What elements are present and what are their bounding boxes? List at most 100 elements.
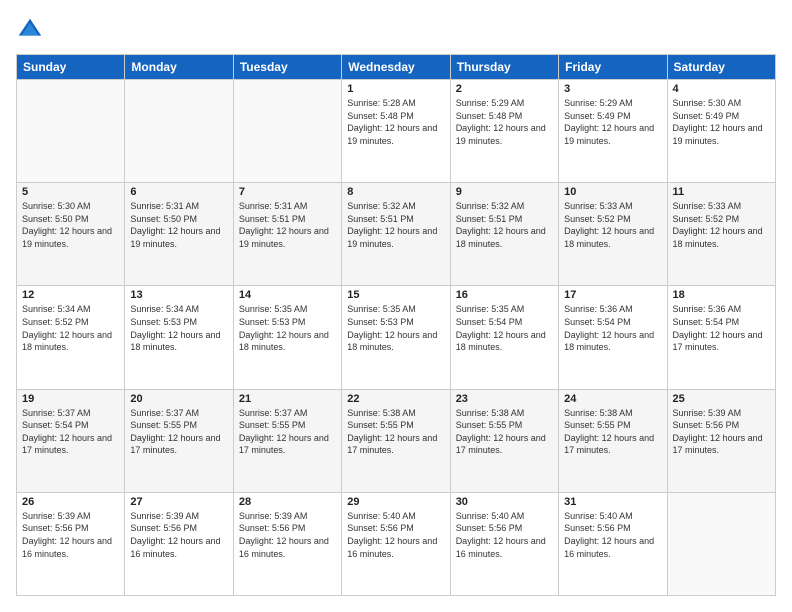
day-number: 30 [456, 496, 553, 508]
calendar-cell: 7 Sunrise: 5:31 AMSunset: 5:51 PMDayligh… [233, 183, 341, 286]
calendar-cell: 18 Sunrise: 5:36 AMSunset: 5:54 PMDaylig… [667, 286, 775, 389]
calendar: Sunday Monday Tuesday Wednesday Thursday… [16, 54, 776, 596]
calendar-cell: 16 Sunrise: 5:35 AMSunset: 5:54 PMDaylig… [450, 286, 558, 389]
day-number: 1 [347, 83, 444, 95]
day-info: Sunrise: 5:35 AMSunset: 5:53 PMDaylight:… [239, 303, 336, 353]
day-info: Sunrise: 5:34 AMSunset: 5:52 PMDaylight:… [22, 303, 119, 353]
day-number: 22 [347, 393, 444, 405]
calendar-cell: 23 Sunrise: 5:38 AMSunset: 5:55 PMDaylig… [450, 389, 558, 492]
day-number: 16 [456, 289, 553, 301]
day-number: 12 [22, 289, 119, 301]
day-info: Sunrise: 5:40 AMSunset: 5:56 PMDaylight:… [564, 510, 661, 560]
header-wednesday: Wednesday [342, 55, 450, 80]
day-number: 28 [239, 496, 336, 508]
day-info: Sunrise: 5:40 AMSunset: 5:56 PMDaylight:… [347, 510, 444, 560]
day-info: Sunrise: 5:31 AMSunset: 5:51 PMDaylight:… [239, 200, 336, 250]
day-number: 26 [22, 496, 119, 508]
day-info: Sunrise: 5:35 AMSunset: 5:54 PMDaylight:… [456, 303, 553, 353]
day-number: 13 [130, 289, 227, 301]
day-number: 20 [130, 393, 227, 405]
calendar-cell: 11 Sunrise: 5:33 AMSunset: 5:52 PMDaylig… [667, 183, 775, 286]
day-number: 4 [673, 83, 770, 95]
day-info: Sunrise: 5:37 AMSunset: 5:54 PMDaylight:… [22, 407, 119, 457]
header-sunday: Sunday [17, 55, 125, 80]
day-number: 14 [239, 289, 336, 301]
header-monday: Monday [125, 55, 233, 80]
day-number: 17 [564, 289, 661, 301]
day-number: 29 [347, 496, 444, 508]
day-info: Sunrise: 5:33 AMSunset: 5:52 PMDaylight:… [673, 200, 770, 250]
calendar-week-1: 1 Sunrise: 5:28 AMSunset: 5:48 PMDayligh… [17, 80, 776, 183]
day-info: Sunrise: 5:30 AMSunset: 5:50 PMDaylight:… [22, 200, 119, 250]
calendar-week-4: 19 Sunrise: 5:37 AMSunset: 5:54 PMDaylig… [17, 389, 776, 492]
weekday-header-row: Sunday Monday Tuesday Wednesday Thursday… [17, 55, 776, 80]
calendar-cell [125, 80, 233, 183]
calendar-cell: 21 Sunrise: 5:37 AMSunset: 5:55 PMDaylig… [233, 389, 341, 492]
calendar-cell: 22 Sunrise: 5:38 AMSunset: 5:55 PMDaylig… [342, 389, 450, 492]
calendar-cell: 1 Sunrise: 5:28 AMSunset: 5:48 PMDayligh… [342, 80, 450, 183]
calendar-cell: 26 Sunrise: 5:39 AMSunset: 5:56 PMDaylig… [17, 492, 125, 595]
calendar-cell: 4 Sunrise: 5:30 AMSunset: 5:49 PMDayligh… [667, 80, 775, 183]
day-info: Sunrise: 5:35 AMSunset: 5:53 PMDaylight:… [347, 303, 444, 353]
calendar-cell: 27 Sunrise: 5:39 AMSunset: 5:56 PMDaylig… [125, 492, 233, 595]
day-info: Sunrise: 5:38 AMSunset: 5:55 PMDaylight:… [456, 407, 553, 457]
calendar-cell: 5 Sunrise: 5:30 AMSunset: 5:50 PMDayligh… [17, 183, 125, 286]
calendar-cell: 25 Sunrise: 5:39 AMSunset: 5:56 PMDaylig… [667, 389, 775, 492]
calendar-cell: 8 Sunrise: 5:32 AMSunset: 5:51 PMDayligh… [342, 183, 450, 286]
day-number: 18 [673, 289, 770, 301]
day-number: 9 [456, 186, 553, 198]
day-number: 31 [564, 496, 661, 508]
calendar-cell: 20 Sunrise: 5:37 AMSunset: 5:55 PMDaylig… [125, 389, 233, 492]
day-info: Sunrise: 5:39 AMSunset: 5:56 PMDaylight:… [239, 510, 336, 560]
calendar-cell: 6 Sunrise: 5:31 AMSunset: 5:50 PMDayligh… [125, 183, 233, 286]
calendar-cell: 13 Sunrise: 5:34 AMSunset: 5:53 PMDaylig… [125, 286, 233, 389]
logo [16, 16, 48, 44]
calendar-cell: 28 Sunrise: 5:39 AMSunset: 5:56 PMDaylig… [233, 492, 341, 595]
day-info: Sunrise: 5:28 AMSunset: 5:48 PMDaylight:… [347, 97, 444, 147]
header-friday: Friday [559, 55, 667, 80]
day-info: Sunrise: 5:36 AMSunset: 5:54 PMDaylight:… [673, 303, 770, 353]
header [16, 16, 776, 44]
day-info: Sunrise: 5:38 AMSunset: 5:55 PMDaylight:… [347, 407, 444, 457]
day-number: 5 [22, 186, 119, 198]
day-info: Sunrise: 5:33 AMSunset: 5:52 PMDaylight:… [564, 200, 661, 250]
day-number: 11 [673, 186, 770, 198]
day-info: Sunrise: 5:39 AMSunset: 5:56 PMDaylight:… [22, 510, 119, 560]
day-number: 24 [564, 393, 661, 405]
calendar-cell: 24 Sunrise: 5:38 AMSunset: 5:55 PMDaylig… [559, 389, 667, 492]
day-info: Sunrise: 5:38 AMSunset: 5:55 PMDaylight:… [564, 407, 661, 457]
day-number: 2 [456, 83, 553, 95]
calendar-cell: 12 Sunrise: 5:34 AMSunset: 5:52 PMDaylig… [17, 286, 125, 389]
calendar-cell [17, 80, 125, 183]
day-info: Sunrise: 5:34 AMSunset: 5:53 PMDaylight:… [130, 303, 227, 353]
calendar-cell: 14 Sunrise: 5:35 AMSunset: 5:53 PMDaylig… [233, 286, 341, 389]
calendar-cell: 31 Sunrise: 5:40 AMSunset: 5:56 PMDaylig… [559, 492, 667, 595]
day-info: Sunrise: 5:31 AMSunset: 5:50 PMDaylight:… [130, 200, 227, 250]
day-info: Sunrise: 5:32 AMSunset: 5:51 PMDaylight:… [347, 200, 444, 250]
page: Sunday Monday Tuesday Wednesday Thursday… [0, 0, 792, 612]
day-number: 23 [456, 393, 553, 405]
calendar-cell: 10 Sunrise: 5:33 AMSunset: 5:52 PMDaylig… [559, 183, 667, 286]
header-thursday: Thursday [450, 55, 558, 80]
day-number: 7 [239, 186, 336, 198]
calendar-cell: 17 Sunrise: 5:36 AMSunset: 5:54 PMDaylig… [559, 286, 667, 389]
calendar-cell [667, 492, 775, 595]
header-tuesday: Tuesday [233, 55, 341, 80]
day-number: 3 [564, 83, 661, 95]
calendar-cell: 15 Sunrise: 5:35 AMSunset: 5:53 PMDaylig… [342, 286, 450, 389]
calendar-cell [233, 80, 341, 183]
calendar-week-2: 5 Sunrise: 5:30 AMSunset: 5:50 PMDayligh… [17, 183, 776, 286]
day-info: Sunrise: 5:37 AMSunset: 5:55 PMDaylight:… [130, 407, 227, 457]
calendar-cell: 19 Sunrise: 5:37 AMSunset: 5:54 PMDaylig… [17, 389, 125, 492]
day-info: Sunrise: 5:29 AMSunset: 5:49 PMDaylight:… [564, 97, 661, 147]
calendar-cell: 9 Sunrise: 5:32 AMSunset: 5:51 PMDayligh… [450, 183, 558, 286]
day-number: 6 [130, 186, 227, 198]
day-info: Sunrise: 5:32 AMSunset: 5:51 PMDaylight:… [456, 200, 553, 250]
day-info: Sunrise: 5:40 AMSunset: 5:56 PMDaylight:… [456, 510, 553, 560]
day-number: 15 [347, 289, 444, 301]
day-info: Sunrise: 5:36 AMSunset: 5:54 PMDaylight:… [564, 303, 661, 353]
header-saturday: Saturday [667, 55, 775, 80]
calendar-cell: 29 Sunrise: 5:40 AMSunset: 5:56 PMDaylig… [342, 492, 450, 595]
calendar-cell: 2 Sunrise: 5:29 AMSunset: 5:48 PMDayligh… [450, 80, 558, 183]
calendar-week-3: 12 Sunrise: 5:34 AMSunset: 5:52 PMDaylig… [17, 286, 776, 389]
